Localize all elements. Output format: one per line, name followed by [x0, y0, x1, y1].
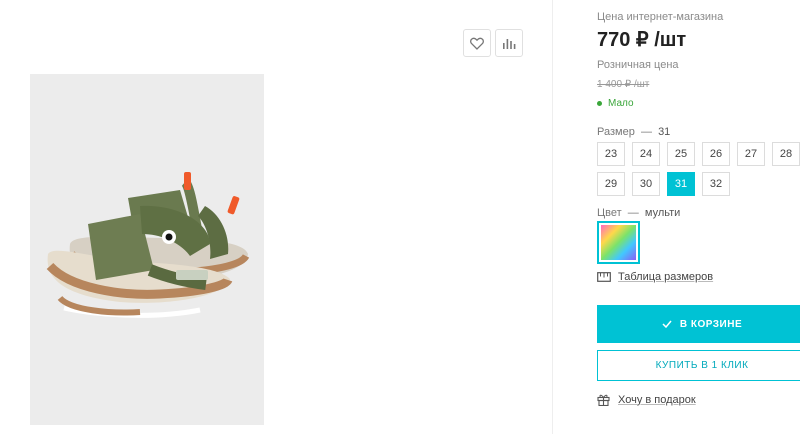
product-info: Цена интернет-магазина 770 ₽ /шт Розничн… — [597, 0, 800, 434]
color-label: Цвет — [597, 207, 622, 219]
gift-icon — [597, 394, 610, 406]
color-label-row: Цвет — мульти — [597, 207, 680, 219]
size-dash: — — [640, 126, 652, 138]
size-option-selected[interactable]: 31 — [667, 172, 695, 196]
size-table-label: Таблица размеров — [618, 271, 714, 283]
compare-button[interactable] — [495, 29, 523, 57]
size-option[interactable]: 25 — [667, 142, 695, 166]
size-table-link[interactable]: Таблица размеров — [597, 271, 713, 283]
favorite-button[interactable] — [463, 29, 491, 57]
size-selected-value: 31 — [658, 126, 671, 138]
gift-label: Хочу в подарок — [618, 393, 696, 406]
size-option[interactable]: 24 — [632, 142, 660, 166]
size-label: Размер — [597, 126, 635, 138]
stock-label: Мало — [608, 98, 634, 109]
buy-one-click-label: КУПИТЬ В 1 КЛИК — [655, 360, 749, 371]
retail-price-label: Розничная цена — [597, 59, 679, 71]
in-cart-label: В КОРЗИНЕ — [679, 318, 743, 330]
online-price: 770 ₽ /шт — [597, 29, 687, 51]
stock-status: Мало — [597, 98, 634, 109]
sandal-image — [46, 172, 250, 318]
heart-icon — [470, 37, 484, 50]
gift-link[interactable]: Хочу в подарок — [597, 393, 696, 406]
size-option[interactable]: 27 — [737, 142, 765, 166]
size-option[interactable]: 32 — [702, 172, 730, 196]
size-option[interactable]: 26 — [702, 142, 730, 166]
checkmark-icon — [662, 320, 672, 328]
color-dash: — — [627, 207, 639, 219]
size-option[interactable]: 28 — [772, 142, 800, 166]
retail-price: 1 400 ₽ /шт — [597, 79, 650, 90]
size-label-row: Размер — 31 — [597, 126, 670, 138]
color-swatch-multi[interactable] — [597, 221, 640, 264]
buy-one-click-button[interactable]: КУПИТЬ В 1 КЛИК — [597, 350, 800, 381]
size-row-1: 23 24 25 26 27 28 — [597, 142, 800, 166]
online-price-label: Цена интернет-магазина — [597, 11, 724, 23]
color-selected-value: мульти — [644, 207, 681, 219]
in-cart-button[interactable]: В КОРЗИНЕ — [597, 305, 800, 343]
ruler-icon — [597, 272, 611, 282]
stock-dot-icon — [597, 101, 602, 106]
size-option[interactable]: 23 — [597, 142, 625, 166]
product-photo[interactable] — [30, 74, 264, 425]
size-option[interactable]: 29 — [597, 172, 625, 196]
bar-chart-icon — [503, 38, 516, 49]
color-swatch-fill — [601, 225, 636, 260]
size-row-2: 29 30 31 32 — [597, 172, 800, 196]
product-gallery — [0, 0, 553, 434]
size-option[interactable]: 30 — [632, 172, 660, 196]
